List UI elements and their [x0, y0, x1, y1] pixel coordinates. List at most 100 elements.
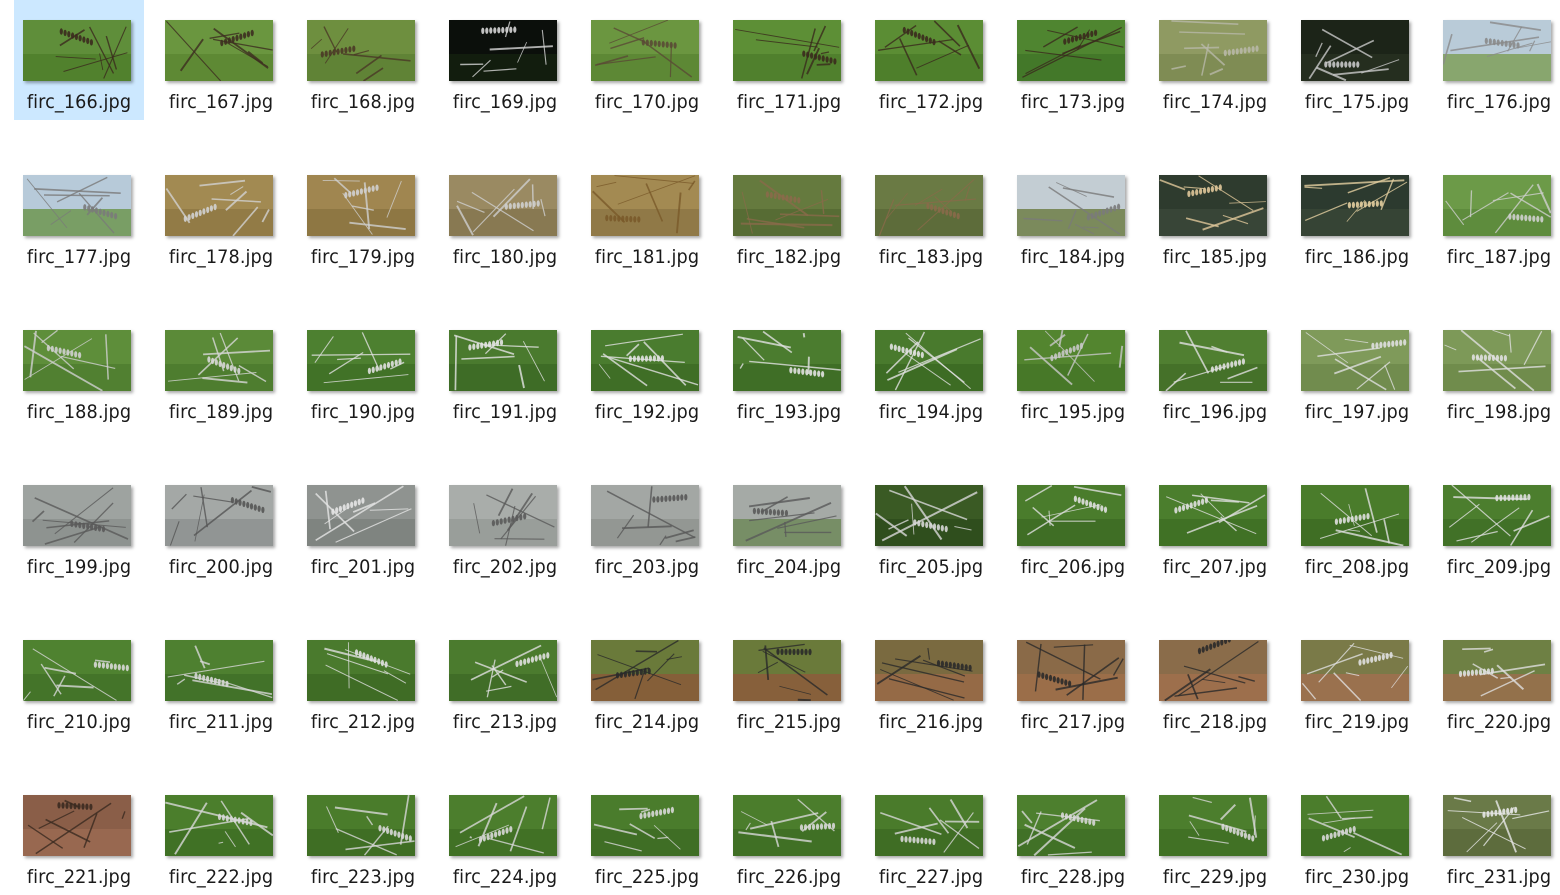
file-item[interactable]: firc_219.jpg — [1292, 620, 1422, 740]
file-item[interactable]: firc_199.jpg — [14, 465, 144, 585]
file-item[interactable]: firc_211.jpg — [156, 620, 286, 740]
file-item[interactable]: firc_229.jpg — [1150, 775, 1280, 895]
file-item[interactable]: firc_227.jpg — [866, 775, 996, 895]
file-item[interactable]: firc_171.jpg — [724, 0, 854, 120]
file-name-label: firc_221.jpg — [19, 866, 140, 888]
file-item[interactable]: firc_185.jpg — [1150, 155, 1280, 275]
file-item[interactable]: firc_175.jpg — [1292, 0, 1422, 120]
file-thumbnail — [449, 175, 557, 236]
file-thumbnail — [591, 640, 699, 701]
file-item[interactable]: firc_225.jpg — [582, 775, 712, 895]
file-item[interactable]: firc_216.jpg — [866, 620, 996, 740]
file-thumbnail — [449, 330, 557, 391]
file-thumbnail — [1443, 640, 1551, 701]
file-thumbnail — [875, 485, 983, 546]
file-name-label: firc_218.jpg — [1155, 711, 1276, 733]
file-item[interactable]: firc_176.jpg — [1434, 0, 1560, 120]
file-item[interactable]: firc_182.jpg — [724, 155, 854, 275]
file-item[interactable]: firc_170.jpg — [582, 0, 712, 120]
file-thumbnail — [1301, 330, 1409, 391]
file-item[interactable]: firc_197.jpg — [1292, 310, 1422, 430]
file-item[interactable]: firc_173.jpg — [1008, 0, 1138, 120]
file-item[interactable]: firc_194.jpg — [866, 310, 996, 430]
file-thumbnail — [1017, 795, 1125, 856]
file-thumbnail — [1301, 640, 1409, 701]
file-item[interactable]: firc_180.jpg — [440, 155, 570, 275]
file-item[interactable]: firc_206.jpg — [1008, 465, 1138, 585]
file-item[interactable]: firc_181.jpg — [582, 155, 712, 275]
file-item[interactable]: firc_222.jpg — [156, 775, 286, 895]
file-item[interactable]: firc_191.jpg — [440, 310, 570, 430]
file-item[interactable]: firc_230.jpg — [1292, 775, 1422, 895]
file-name-label: firc_207.jpg — [1155, 556, 1276, 578]
file-item[interactable]: firc_208.jpg — [1292, 465, 1422, 585]
file-item[interactable]: firc_200.jpg — [156, 465, 286, 585]
file-item[interactable]: firc_167.jpg — [156, 0, 286, 120]
file-item[interactable]: firc_204.jpg — [724, 465, 854, 585]
file-item[interactable]: firc_184.jpg — [1008, 155, 1138, 275]
file-item[interactable]: firc_203.jpg — [582, 465, 712, 585]
file-item[interactable]: firc_193.jpg — [724, 310, 854, 430]
file-item[interactable]: firc_192.jpg — [582, 310, 712, 430]
file-grid: firc_166.jpgfirc_167.jpgfirc_168.jpgfirc… — [0, 0, 1560, 873]
file-name-label: firc_214.jpg — [587, 711, 708, 733]
file-thumbnail — [307, 330, 415, 391]
file-name-label: firc_222.jpg — [161, 866, 282, 888]
file-item[interactable]: firc_210.jpg — [14, 620, 144, 740]
file-item[interactable]: firc_190.jpg — [298, 310, 428, 430]
file-item[interactable]: firc_172.jpg — [866, 0, 996, 120]
file-name-label: firc_212.jpg — [303, 711, 424, 733]
file-thumbnail — [733, 795, 841, 856]
file-item[interactable]: firc_217.jpg — [1008, 620, 1138, 740]
file-item[interactable]: firc_223.jpg — [298, 775, 428, 895]
file-thumbnail — [875, 175, 983, 236]
file-thumbnail — [1159, 175, 1267, 236]
file-item[interactable]: firc_166.jpg — [14, 0, 144, 120]
file-item[interactable]: firc_213.jpg — [440, 620, 570, 740]
file-item[interactable]: firc_212.jpg — [298, 620, 428, 740]
file-item[interactable]: firc_196.jpg — [1150, 310, 1280, 430]
file-thumbnail — [1159, 795, 1267, 856]
file-thumbnail — [591, 20, 699, 81]
file-item[interactable]: firc_215.jpg — [724, 620, 854, 740]
file-thumbnail — [23, 175, 131, 236]
file-item[interactable]: firc_202.jpg — [440, 465, 570, 585]
file-name-label: firc_223.jpg — [303, 866, 424, 888]
file-name-label: firc_220.jpg — [1439, 711, 1560, 733]
file-item[interactable]: firc_189.jpg — [156, 310, 286, 430]
file-item[interactable]: firc_183.jpg — [866, 155, 996, 275]
file-item[interactable]: firc_187.jpg — [1434, 155, 1560, 275]
file-thumbnail — [875, 795, 983, 856]
file-item[interactable]: firc_169.jpg — [440, 0, 570, 120]
file-thumbnail — [449, 20, 557, 81]
file-thumbnail — [449, 485, 557, 546]
file-item[interactable]: firc_168.jpg — [298, 0, 428, 120]
file-item[interactable]: firc_177.jpg — [14, 155, 144, 275]
file-item[interactable]: firc_228.jpg — [1008, 775, 1138, 895]
file-item[interactable]: firc_221.jpg — [14, 775, 144, 895]
file-item[interactable]: firc_205.jpg — [866, 465, 996, 585]
file-item[interactable]: firc_195.jpg — [1008, 310, 1138, 430]
file-item[interactable]: firc_226.jpg — [724, 775, 854, 895]
file-item[interactable]: firc_231.jpg — [1434, 775, 1560, 895]
file-item[interactable]: firc_174.jpg — [1150, 0, 1280, 120]
file-thumbnail — [449, 640, 557, 701]
file-item[interactable]: firc_179.jpg — [298, 155, 428, 275]
file-item[interactable]: firc_207.jpg — [1150, 465, 1280, 585]
file-item[interactable]: firc_220.jpg — [1434, 620, 1560, 740]
file-item[interactable]: firc_209.jpg — [1434, 465, 1560, 585]
file-thumbnail — [307, 485, 415, 546]
file-item[interactable]: firc_178.jpg — [156, 155, 286, 275]
file-item[interactable]: firc_218.jpg — [1150, 620, 1280, 740]
file-item[interactable]: firc_224.jpg — [440, 775, 570, 895]
file-item[interactable]: firc_198.jpg — [1434, 310, 1560, 430]
file-item[interactable]: firc_214.jpg — [582, 620, 712, 740]
file-thumbnail — [307, 640, 415, 701]
file-item[interactable]: firc_201.jpg — [298, 465, 428, 585]
file-item[interactable]: firc_186.jpg — [1292, 155, 1422, 275]
file-thumbnail — [307, 20, 415, 81]
file-thumbnail — [1443, 175, 1551, 236]
file-item[interactable]: firc_188.jpg — [14, 310, 144, 430]
file-name-label: firc_216.jpg — [871, 711, 992, 733]
file-name-label: firc_213.jpg — [445, 711, 566, 733]
